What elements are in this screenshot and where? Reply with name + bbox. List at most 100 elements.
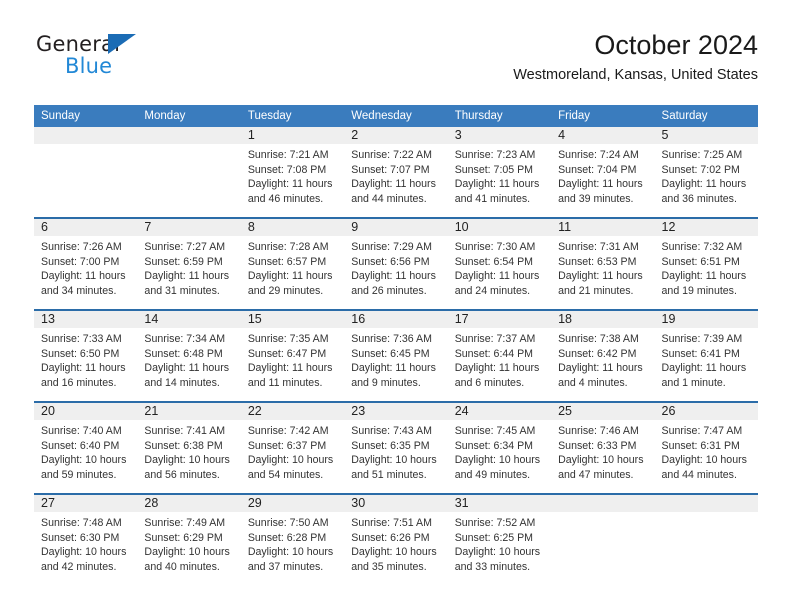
sunrise-text: Sunrise: 7:32 AM	[661, 241, 743, 253]
calendar-day-cell[interactable]: 3 Sunrise: 7:23 AM Sunset: 7:05 PM Daylight…	[447, 127, 552, 218]
sunrise-text: Sunrise: 7:37 AM	[454, 333, 536, 345]
calendar-day-cell[interactable]: 15 Sunrise: 7:35 AM Sunset: 6:47 PM Dayligh…	[240, 309, 345, 402]
calendar-day-cell[interactable]: 18 Sunrise: 7:38 AM Sunset: 6:42 PM Dayligh…	[551, 309, 655, 402]
calendar-day-cell[interactable]: 4 Sunrise: 7:24 AM Sunset: 7:04 PM Daylight…	[551, 127, 655, 218]
calendar-day-cell[interactable]: 27 Sunrise: 7:48 AM Sunset: 6:30 PM Dayligh…	[34, 493, 138, 585]
sunrise-text: Sunrise: 7:38 AM	[558, 333, 639, 345]
calendar-day-cell[interactable]: 29 Sunrise: 7:50 AM Sunset: 6:28 PM Dayligh…	[240, 493, 345, 585]
daylight-text-line1: Daylight: 10 hours	[144, 546, 230, 559]
day-number: 7	[137, 219, 241, 236]
calendar-day-cell[interactable]: 12 Sunrise: 7:32 AM Sunset: 6:51 PM Dayligh…	[654, 217, 758, 310]
day-sun-info: Sunrise: 7:25 AM Sunset: 7:02 PM Daylight:…	[655, 144, 758, 206]
day-sun-info: Sunrise: 7:39 AM Sunset: 6:41 PM Daylight:…	[655, 328, 758, 390]
sunset-text: Sunset: 6:40 PM	[41, 439, 120, 452]
daylight-text-line1: Daylight: 11 hours	[558, 362, 643, 375]
sunset-text: Sunset: 6:29 PM	[144, 531, 223, 544]
daylight-text-line2: and 1 minute.	[661, 376, 726, 389]
calendar-day-cell[interactable]: 19 Sunrise: 7:39 AM Sunset: 6:41 PM Dayligh…	[654, 309, 758, 402]
calendar-day-cell[interactable]: 26 Sunrise: 7:47 AM Sunset: 6:31 PM Dayligh…	[654, 401, 758, 494]
calendar-day-cell[interactable]: 20 Sunrise: 7:40 AM Sunset: 6:40 PM Dayligh…	[34, 401, 138, 494]
calendar-week-row: 20 Sunrise: 7:40 AM Sunset: 6:40 PM Dayligh…	[34, 401, 758, 494]
calendar-day-cell[interactable]: 22 Sunrise: 7:42 AM Sunset: 6:37 PM Dayligh…	[240, 401, 345, 494]
daylight-text-line2: and 14 minutes.	[144, 376, 220, 389]
calendar-day-cell[interactable]: 9 Sunrise: 7:29 AM Sunset: 6:56 PM Daylight…	[344, 217, 448, 310]
day-number: 31	[447, 495, 552, 512]
sunset-text: Sunset: 6:45 PM	[351, 347, 430, 360]
calendar-day-cell[interactable]: 31 Sunrise: 7:52 AM Sunset: 6:25 PM Dayligh…	[447, 493, 552, 585]
sunset-text: Sunset: 7:08 PM	[247, 163, 327, 176]
sunrise-text: Sunrise: 7:29 AM	[351, 241, 432, 253]
daylight-text-line2: and 29 minutes.	[247, 284, 324, 297]
daylight-text-line2: and 35 minutes.	[351, 560, 427, 573]
daylight-text-line1: Daylight: 11 hours	[41, 270, 126, 283]
daylight-text-line1: Daylight: 10 hours	[247, 454, 334, 467]
day-sun-info: Sunrise: 7:45 AM Sunset: 6:34 PM Daylight:…	[448, 420, 551, 482]
day-number: 23	[344, 403, 448, 420]
day-number: 21	[137, 403, 241, 420]
daylight-text-line1: Daylight: 10 hours	[41, 454, 127, 467]
weekday-header-tuesday: Tuesday	[240, 105, 345, 127]
calendar-day-cell[interactable]: 5 Sunrise: 7:25 AM Sunset: 7:02 PM Daylight…	[654, 127, 758, 218]
day-number: 26	[654, 403, 758, 420]
sunrise-text: Sunrise: 7:23 AM	[454, 149, 536, 161]
sunset-text: Sunset: 6:54 PM	[454, 255, 534, 268]
day-number: 24	[447, 403, 552, 420]
calendar-day-cell[interactable]: 2 Sunrise: 7:22 AM Sunset: 7:07 PM Daylight…	[344, 127, 448, 218]
sunrise-text: Sunrise: 7:43 AM	[351, 425, 432, 437]
calendar-day-cell[interactable]: 21 Sunrise: 7:41 AM Sunset: 6:38 PM Dayligh…	[137, 401, 241, 494]
weekday-header-monday: Monday	[137, 105, 241, 127]
calendar-day-cell[interactable]: 11 Sunrise: 7:31 AM Sunset: 6:53 PM Dayligh…	[551, 217, 655, 310]
calendar-day-cell[interactable]: 8 Sunrise: 7:28 AM Sunset: 6:57 PM Daylight…	[240, 217, 345, 310]
day-number: 17	[447, 311, 552, 328]
weekday-header-thursday: Thursday	[447, 105, 552, 127]
calendar-day-cell[interactable]: 7 Sunrise: 7:27 AM Sunset: 6:59 PM Daylight…	[137, 217, 241, 310]
calendar-day-cell[interactable]: 23 Sunrise: 7:43 AM Sunset: 6:35 PM Dayligh…	[344, 401, 448, 494]
sunrise-text: Sunrise: 7:46 AM	[558, 425, 639, 437]
day-sun-info: Sunrise: 7:38 AM Sunset: 6:42 PM Daylight:…	[551, 328, 654, 390]
daylight-text-line2: and 49 minutes.	[454, 468, 531, 481]
general-blue-logo[interactable]: General Blue	[34, 32, 244, 86]
day-number: 6	[34, 219, 138, 236]
sunset-text: Sunset: 6:31 PM	[661, 439, 740, 452]
daylight-text-line2: and 44 minutes.	[351, 192, 427, 205]
calendar-day-cell[interactable]: 10 Sunrise: 7:30 AM Sunset: 6:54 PM Dayligh…	[447, 217, 552, 310]
calendar-day-cell[interactable]: 13 Sunrise: 7:33 AM Sunset: 6:50 PM Dayligh…	[34, 309, 138, 402]
calendar-day-cell[interactable]: 28 Sunrise: 7:49 AM Sunset: 6:29 PM Dayligh…	[137, 493, 241, 585]
calendar-day-cell[interactable]: 6 Sunrise: 7:26 AM Sunset: 7:00 PM Daylight…	[34, 217, 138, 310]
sunrise-text: Sunrise: 7:49 AM	[144, 517, 226, 529]
day-sun-info: Sunrise: 7:23 AM Sunset: 7:05 PM Daylight:…	[448, 144, 551, 206]
sunset-text: Sunset: 6:50 PM	[41, 347, 120, 360]
sunrise-text: Sunrise: 7:31 AM	[558, 241, 639, 253]
day-number	[551, 495, 655, 512]
sunset-text: Sunset: 7:04 PM	[558, 163, 637, 176]
sunset-text: Sunset: 6:26 PM	[351, 531, 430, 544]
calendar-day-cell[interactable]: 16 Sunrise: 7:36 AM Sunset: 6:45 PM Dayligh…	[344, 309, 448, 402]
daylight-text-line1: Daylight: 11 hours	[41, 362, 126, 375]
calendar-day-cell[interactable]: 17 Sunrise: 7:37 AM Sunset: 6:44 PM Dayligh…	[447, 309, 552, 402]
sunrise-text: Sunrise: 7:41 AM	[144, 425, 226, 437]
daylight-text-line1: Daylight: 11 hours	[558, 178, 643, 191]
calendar-day-cell[interactable]: 1 Sunrise: 7:21 AM Sunset: 7:08 PM Daylight…	[240, 127, 345, 218]
daylight-text-line2: and 21 minutes.	[558, 284, 634, 297]
day-sun-info: Sunrise: 7:42 AM Sunset: 6:37 PM Daylight:…	[241, 420, 344, 482]
calendar-day-cell[interactable]: 25 Sunrise: 7:46 AM Sunset: 6:33 PM Dayligh…	[551, 401, 655, 494]
calendar-day-cell-empty	[551, 493, 655, 585]
page-header: General Blue October 2024 Westmoreland, …	[34, 28, 758, 96]
sunset-text: Sunset: 6:28 PM	[247, 531, 327, 544]
daylight-text-line2: and 47 minutes.	[558, 468, 634, 481]
calendar-day-cell[interactable]: 14 Sunrise: 7:34 AM Sunset: 6:48 PM Dayligh…	[137, 309, 241, 402]
calendar-day-cell[interactable]: 24 Sunrise: 7:45 AM Sunset: 6:34 PM Dayligh…	[447, 401, 552, 494]
daylight-text-line2: and 54 minutes.	[247, 468, 324, 481]
calendar-day-cell[interactable]: 30 Sunrise: 7:51 AM Sunset: 6:26 PM Dayligh…	[344, 493, 448, 585]
day-sun-info: Sunrise: 7:33 AM Sunset: 6:50 PM Daylight:…	[34, 328, 137, 390]
daylight-text-line1: Daylight: 11 hours	[558, 270, 643, 283]
day-sun-info: Sunrise: 7:51 AM Sunset: 6:26 PM Daylight:…	[344, 512, 447, 574]
sunrise-text: Sunrise: 7:27 AM	[144, 241, 226, 253]
title-block: October 2024 Westmoreland, Kansas, Unite…	[513, 28, 758, 86]
sunrise-text: Sunrise: 7:25 AM	[661, 149, 743, 161]
sunrise-text: Sunrise: 7:42 AM	[247, 425, 329, 437]
daylight-text-line2: and 59 minutes.	[41, 468, 117, 481]
daylight-text-line2: and 4 minutes.	[558, 376, 628, 389]
sunset-text: Sunset: 6:41 PM	[661, 347, 740, 360]
day-sun-info	[655, 512, 758, 516]
